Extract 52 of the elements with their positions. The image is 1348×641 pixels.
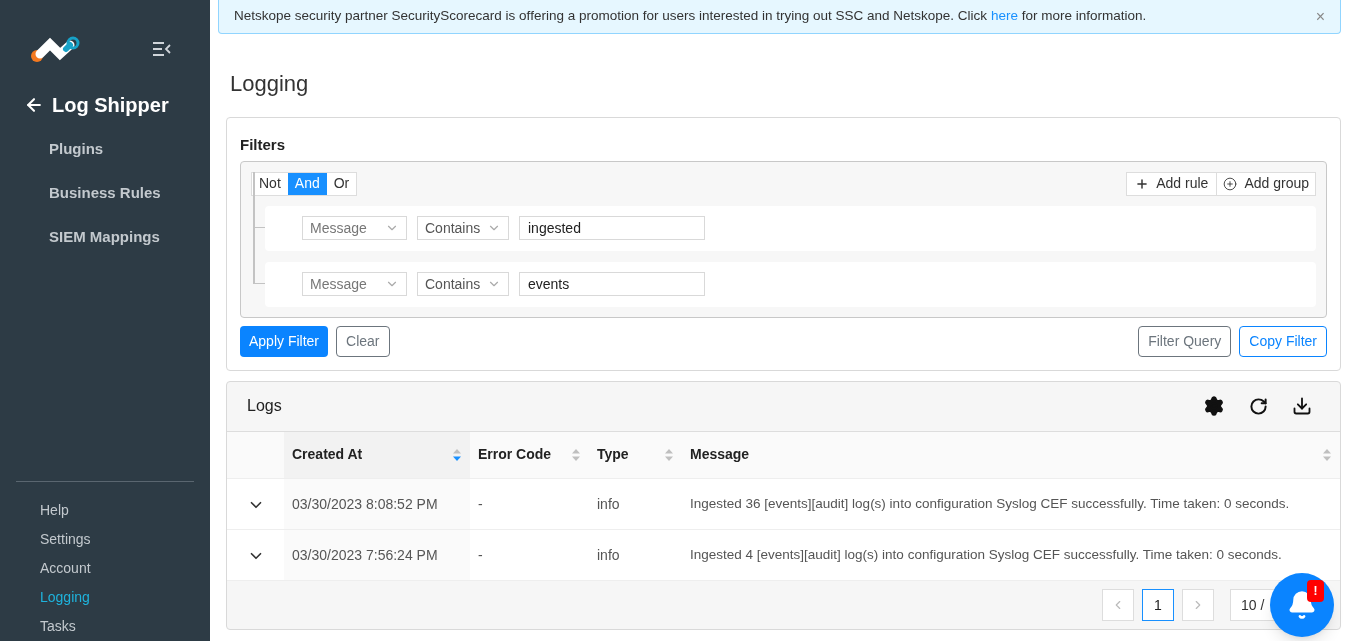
- table-cell: Ingested 4 [events][audit] log(s) into configuration Syslog CEF successfully. Time taken: 0 seconds.: [682, 529, 1340, 581]
- notification-badge: !: [1307, 580, 1324, 602]
- filters-title: Filters: [240, 135, 286, 155]
- refresh-icon[interactable]: [1249, 396, 1268, 416]
- add-rule-button[interactable]: Add rule: [1127, 172, 1218, 195]
- page-size-select[interactable]: 10 /: [1230, 589, 1274, 621]
- combinator-toggle[interactable]: Or: [326, 172, 357, 195]
- value-field[interactable]: events: [519, 272, 705, 296]
- column-header[interactable]: Type: [589, 431, 682, 479]
- download-icon[interactable]: [1292, 396, 1312, 416]
- add-group-button[interactable]: Add group: [1217, 172, 1315, 195]
- clear-button[interactable]: Clear: [336, 325, 390, 357]
- section-title: Log Shipper: [52, 93, 169, 118]
- operator-select[interactable]: Contains: [417, 272, 509, 296]
- table-cell: info: [589, 478, 682, 530]
- filter-query-button[interactable]: Filter Query: [1138, 325, 1232, 357]
- tree-connector-icon: [253, 227, 267, 284]
- plus-circle-icon: [1223, 176, 1238, 191]
- column-header[interactable]: Message: [682, 431, 1340, 479]
- banner-text: Netskope security partner SecurityScorecard is offering a promotion for users interested in trying out SSC and Netskope. Click here for more information.: [234, 7, 1147, 26]
- sort-icon[interactable]: [452, 447, 462, 462]
- table-cell: Ingested 36 [events][audit] log(s) into configuration Syslog CEF successfully. Time taken: 0 seconds.: [682, 478, 1340, 530]
- table-cell: 03/30/2023 8:08:52 PM: [284, 478, 470, 530]
- logo-icon: [30, 36, 80, 62]
- settings-icon[interactable]: [1203, 395, 1225, 417]
- sidebar-item[interactable]: Help: [40, 500, 210, 520]
- table-cell: -: [470, 529, 589, 581]
- combinator-toggle[interactable]: Not: [252, 172, 288, 195]
- sidebar-item[interactable]: Tasks: [40, 616, 210, 636]
- sidebar-item[interactable]: Plugins: [49, 138, 210, 160]
- page-title: Logging: [230, 70, 310, 98]
- sidebar-item[interactable]: Settings: [40, 529, 210, 549]
- operator-select[interactable]: Contains: [417, 216, 509, 240]
- menu-collapse-icon[interactable]: [152, 42, 172, 56]
- back-icon[interactable]: [24, 95, 44, 115]
- table-cell: 03/30/2023 7:56:24 PM: [284, 529, 470, 581]
- field-select[interactable]: Message: [302, 216, 407, 240]
- sidebar-item[interactable]: Account: [40, 558, 210, 578]
- plus-icon: [1135, 176, 1150, 191]
- column-header[interactable]: Error Code: [470, 431, 589, 479]
- column-header[interactable]: Created At: [284, 431, 470, 479]
- table-cell: -: [470, 478, 589, 530]
- apply-filter-button[interactable]: Apply Filter: [240, 325, 329, 357]
- copy-filter-button[interactable]: Copy Filter: [1239, 325, 1327, 357]
- table-cell: info: [589, 529, 682, 581]
- sidebar-item[interactable]: SIEM Mappings: [49, 226, 210, 248]
- value-field[interactable]: ingested: [519, 216, 705, 240]
- logs-title: Logs: [247, 396, 282, 416]
- field-select[interactable]: Message: [302, 272, 407, 296]
- page-button[interactable]: 1: [1142, 589, 1174, 621]
- sidebar-item[interactable]: Logging: [40, 587, 210, 607]
- sidebar-item[interactable]: Business Rules: [49, 182, 210, 204]
